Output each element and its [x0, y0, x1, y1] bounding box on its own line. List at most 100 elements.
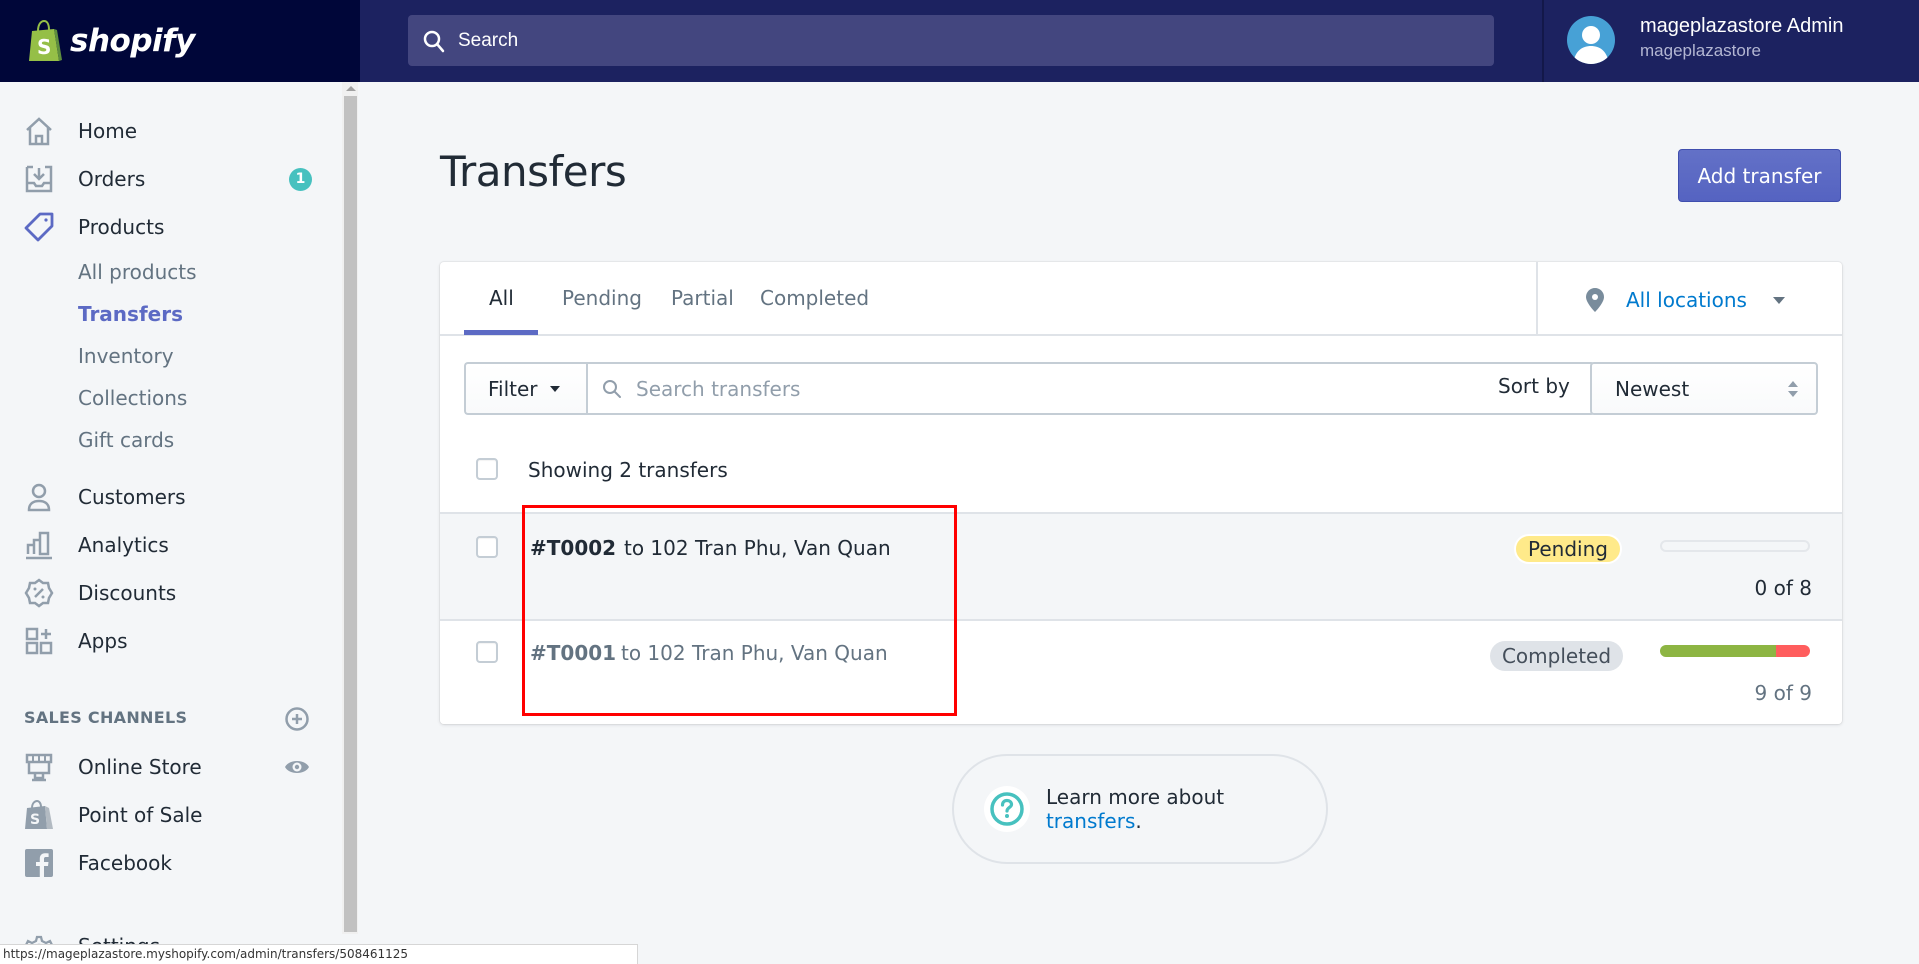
- learn-more-callout: Learn more about transfers.: [952, 754, 1328, 864]
- svg-text:S: S: [37, 35, 51, 59]
- shopify-logo[interactable]: S shopify: [0, 0, 360, 82]
- received-count: 0 of 8: [1754, 576, 1812, 600]
- avatar[interactable]: [1567, 16, 1615, 64]
- learn-more-suffix: .: [1135, 809, 1142, 833]
- learn-more-text: Learn more about transfers.: [1046, 785, 1326, 833]
- sort-by-label: Sort by: [1498, 374, 1570, 398]
- shopify-bag-icon: S: [29, 19, 62, 61]
- transfer-destination: to 102 Tran Phu, Van Quan: [624, 536, 891, 560]
- transfer-destination: to 102 Tran Phu, Van Quan: [621, 641, 888, 665]
- add-channel-icon[interactable]: [284, 706, 310, 732]
- view-store-eye-icon[interactable]: [284, 755, 310, 779]
- top-bar: S shopify Search mageplazastore Admin ma…: [0, 0, 1919, 82]
- help-circle-icon: [984, 786, 1030, 832]
- pos-icon: S: [23, 799, 55, 831]
- sidebar-subitem-transfers[interactable]: Transfers: [78, 302, 183, 326]
- tag-icon: [23, 211, 55, 243]
- brand-name: shopify: [70, 23, 195, 59]
- sidebar-item-point-of-sale[interactable]: S Point of Sale: [0, 795, 330, 835]
- location-pin-icon: [1586, 288, 1604, 312]
- transfers-help-link[interactable]: transfers: [1046, 809, 1135, 833]
- tab-partial[interactable]: Partial: [671, 286, 734, 310]
- orders-icon: [23, 163, 55, 195]
- sidebar-item-products[interactable]: Products: [0, 207, 330, 247]
- select-all-checkbox[interactable]: [476, 458, 498, 480]
- sidebar-scrollbar-thumb[interactable]: [344, 96, 357, 932]
- sidebar-item-facebook[interactable]: Facebook: [0, 843, 330, 883]
- sidebar-item-online-store[interactable]: Online Store: [0, 747, 330, 787]
- locations-dropdown[interactable]: All locations: [1586, 288, 1785, 312]
- caret-down-icon: [549, 385, 560, 392]
- svg-text:S: S: [30, 812, 40, 828]
- sidebar-item-home[interactable]: Home: [0, 111, 330, 151]
- sidebar-item-orders[interactable]: Orders 1: [0, 159, 330, 199]
- received-count: 9 of 9: [1754, 681, 1812, 705]
- transfer-id-link[interactable]: #T0002: [530, 536, 616, 560]
- locations-divider: [1536, 262, 1538, 336]
- table-row[interactable]: #T0001 to 102 Tran Phu, Van Quan Complet…: [440, 619, 1842, 724]
- filter-label: Filter: [488, 376, 538, 401]
- sidebar-item-label: Orders: [78, 167, 146, 191]
- sidebar-item-customers[interactable]: Customers: [0, 477, 330, 517]
- sidebar-subitem-gift-cards[interactable]: Gift cards: [78, 428, 174, 452]
- store-icon: [23, 751, 55, 783]
- scroll-up-arrow-icon[interactable]: [346, 86, 356, 91]
- progress-accepted: [1660, 645, 1776, 657]
- store-name: mageplazastore: [1640, 41, 1761, 60]
- progress-bar: [1660, 645, 1810, 657]
- status-badge: Completed: [1490, 641, 1623, 671]
- sort-select[interactable]: Newest: [1590, 362, 1818, 415]
- sidebar-item-discounts[interactable]: Discounts: [0, 573, 330, 613]
- sidebar-subitem-collections[interactable]: Collections: [78, 386, 187, 410]
- tab-pending[interactable]: Pending: [562, 286, 642, 310]
- sidebar-item-label: Online Store: [78, 755, 202, 779]
- orders-count-badge: 1: [289, 167, 312, 191]
- locations-label: All locations: [1626, 288, 1747, 312]
- sidebar-item-analytics[interactable]: Analytics: [0, 525, 330, 565]
- browser-status-url: https://mageplazastore.myshopify.com/adm…: [0, 944, 638, 964]
- progress-bar: [1660, 540, 1810, 552]
- search-placeholder: Search transfers: [636, 376, 801, 401]
- facebook-icon: [23, 847, 55, 879]
- sidebar-item-label: Products: [78, 215, 165, 239]
- search-icon: [423, 30, 445, 52]
- apps-icon: [23, 625, 55, 657]
- transfer-id-link[interactable]: #T0001: [530, 641, 616, 665]
- user-name[interactable]: mageplazastore Admin: [1640, 15, 1843, 38]
- sidebar-subitem-all-products[interactable]: All products: [78, 260, 197, 284]
- sidebar-item-label: Analytics: [78, 533, 169, 557]
- filter-button[interactable]: Filter: [464, 362, 586, 415]
- analytics-icon: [23, 529, 55, 561]
- sidebar: Home Orders 1 Products All products Tran…: [0, 82, 360, 964]
- progress-rejected: [1775, 645, 1810, 657]
- sidebar-item-label: Home: [78, 119, 138, 143]
- sidebar-item-label: Customers: [78, 485, 186, 509]
- learn-more-prefix: Learn more about: [1045, 785, 1225, 809]
- row-checkbox[interactable]: [476, 641, 498, 663]
- table-row[interactable]: #T0002 to 102 Tran Phu, Van Quan Pending…: [440, 512, 1842, 619]
- showing-count: Showing 2 transfers: [528, 458, 728, 482]
- add-transfer-button[interactable]: Add transfer: [1678, 149, 1841, 202]
- user-icon: [1573, 26, 1609, 64]
- tab-all[interactable]: All: [489, 286, 514, 310]
- select-arrows-icon: [1788, 381, 1798, 399]
- sidebar-item-label: Apps: [78, 629, 128, 653]
- sidebar-item-apps[interactable]: Apps: [0, 621, 330, 661]
- tab-completed[interactable]: Completed: [760, 286, 869, 310]
- sales-channels-heading: SALES CHANNELS: [24, 708, 188, 727]
- home-icon: [23, 115, 55, 147]
- status-badge: Pending: [1514, 534, 1622, 564]
- customers-icon: [23, 481, 55, 513]
- search-transfers-input[interactable]: Search transfers: [586, 362, 1595, 415]
- search-placeholder: Search: [458, 29, 519, 51]
- global-search-input[interactable]: Search: [408, 15, 1494, 66]
- tabs-bar: All Pending Partial Completed All locati…: [440, 262, 1842, 336]
- page-title: Transfers: [440, 147, 627, 196]
- sidebar-item-label: Facebook: [78, 851, 172, 875]
- search-icon: [603, 379, 621, 398]
- discounts-icon: [23, 577, 55, 609]
- sidebar-item-label: Discounts: [78, 581, 177, 605]
- sidebar-subitem-inventory[interactable]: Inventory: [78, 344, 174, 368]
- row-checkbox[interactable]: [476, 536, 498, 558]
- chevron-down-icon: [1772, 296, 1785, 304]
